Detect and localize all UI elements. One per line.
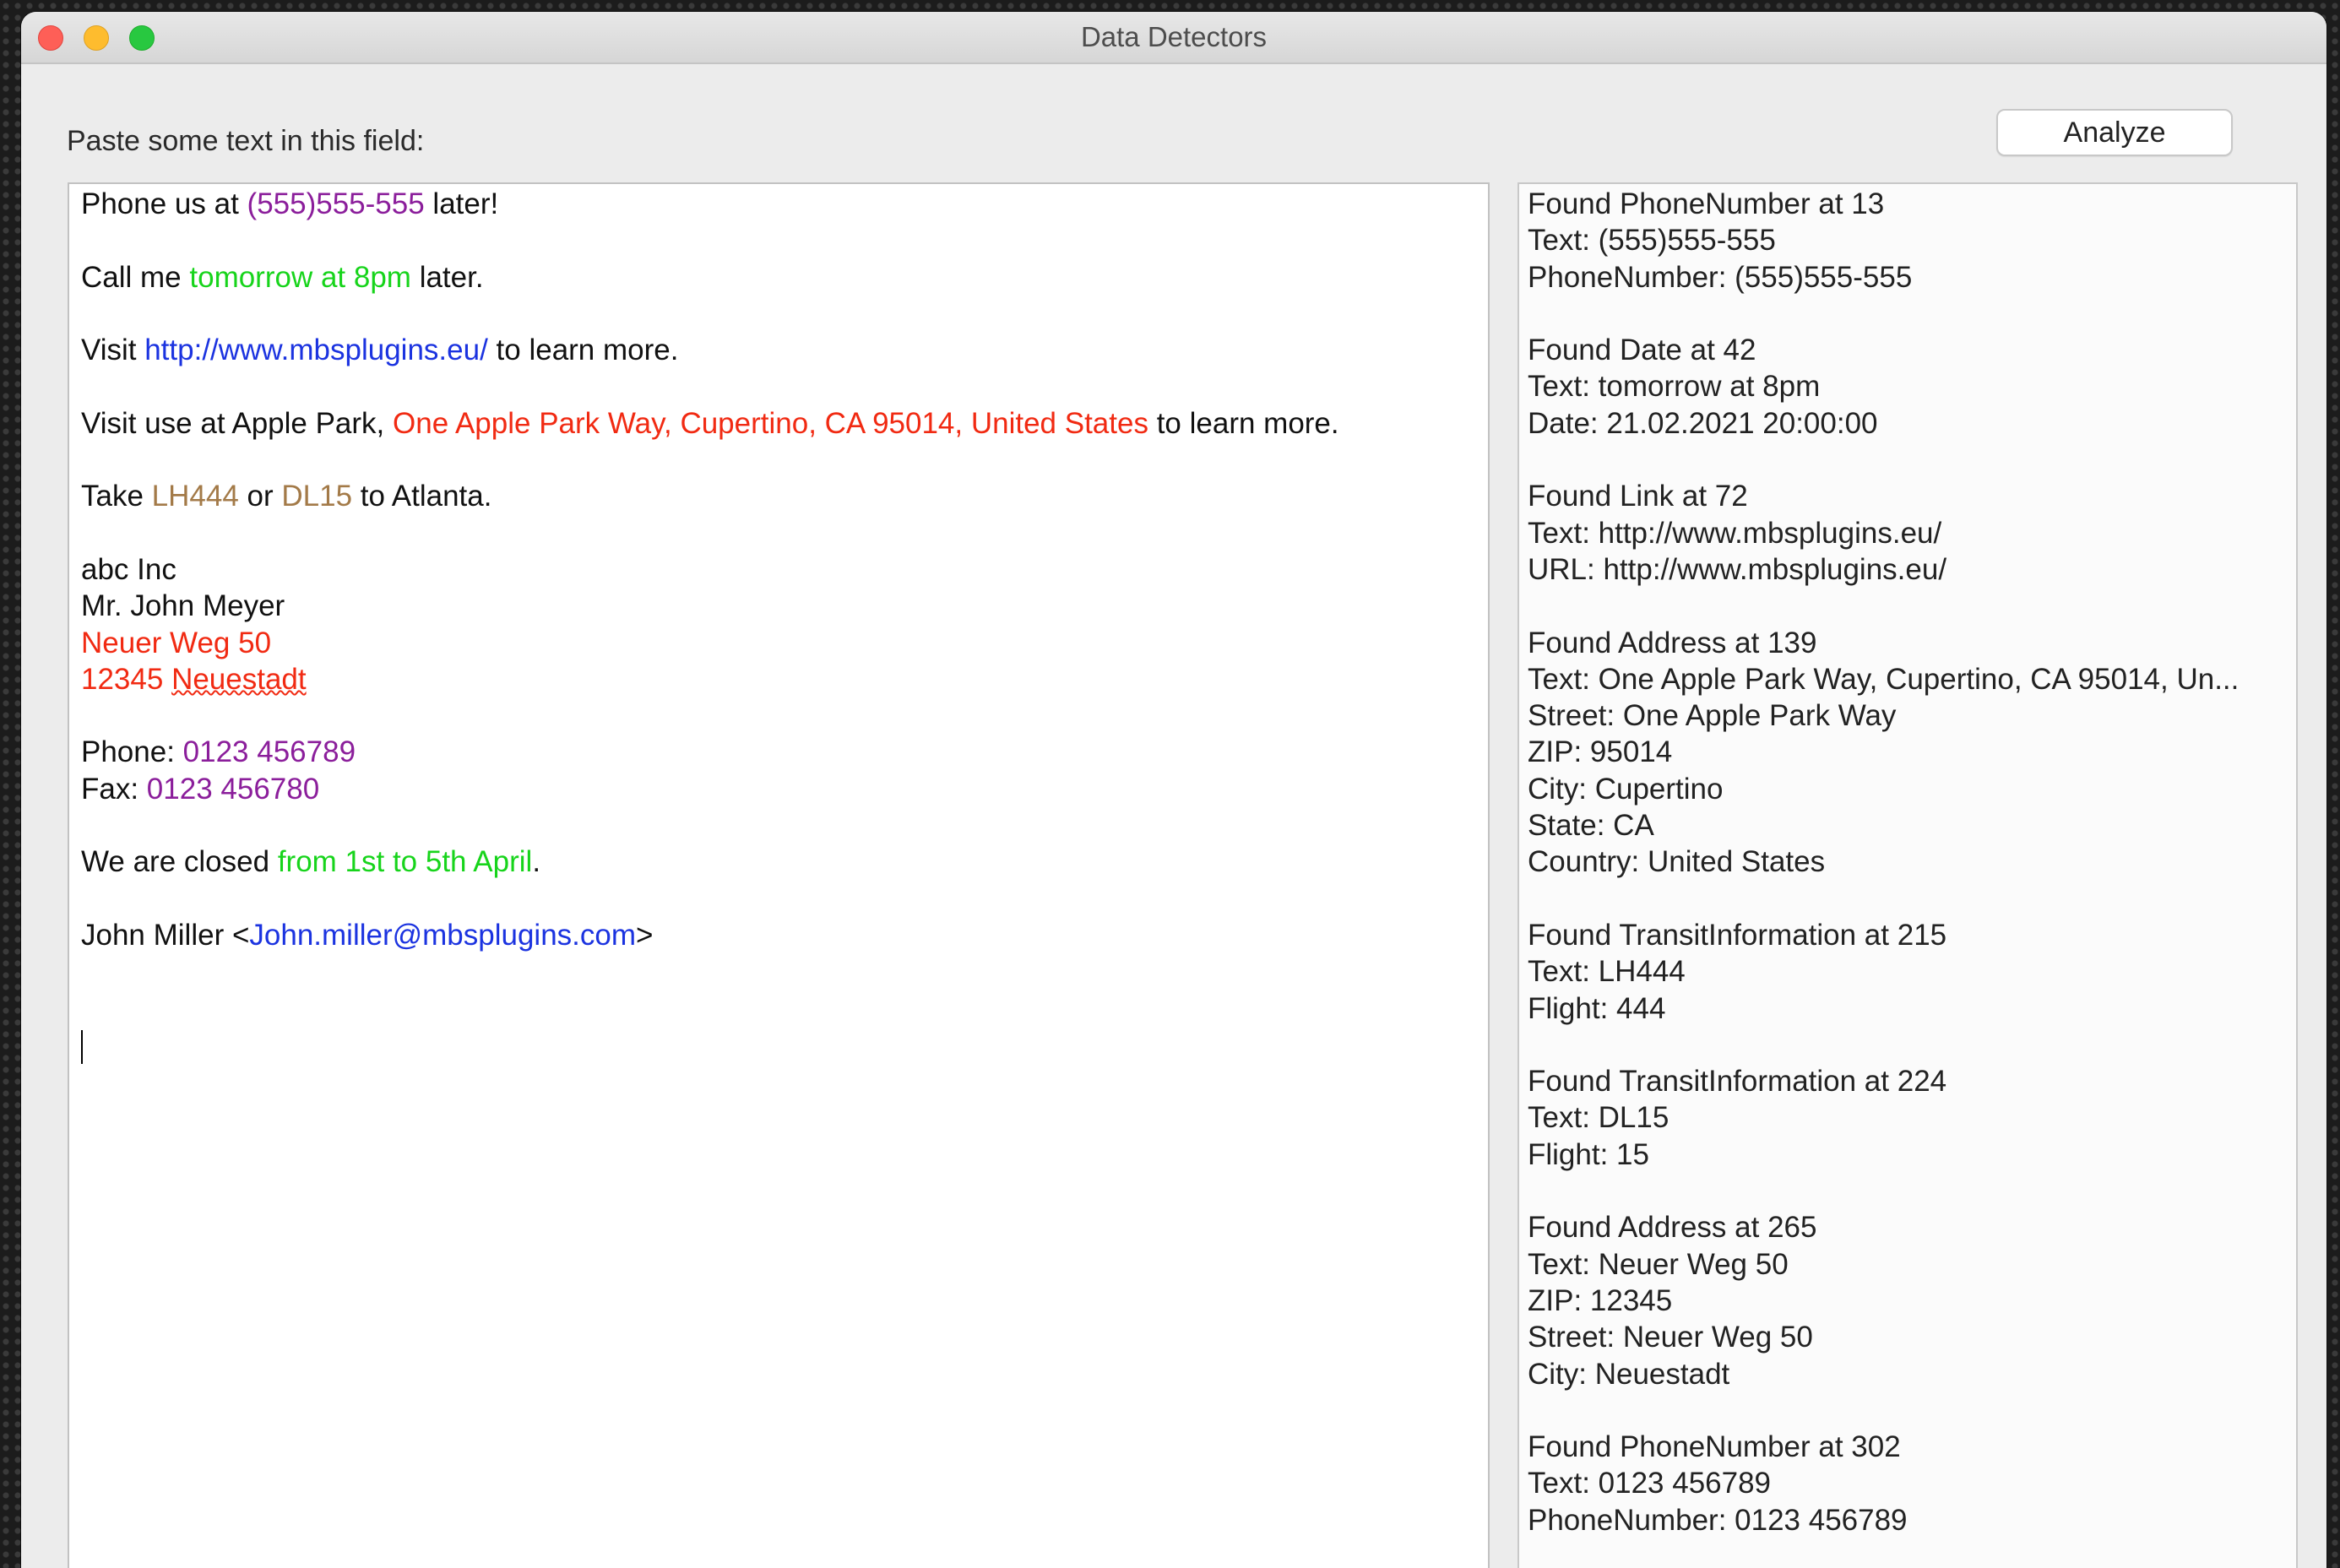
result-line: State: CA <box>1528 809 1654 843</box>
result-line: Street: Neuer Weg 50 <box>1528 1321 1813 1354</box>
result-heading: Found Address at 139 <box>1528 626 1817 659</box>
detected-address[interactable]: One Apple Park Way, Cupertino, CA 95014,… <box>393 407 1148 440</box>
input-line: Visit use at Apple Park, One Apple Park … <box>81 406 1339 440</box>
result-line: City: Cupertino <box>1528 772 1724 806</box>
result-heading: Found PhoneNumber at 302 <box>1528 1430 1901 1464</box>
paste-text-label: Paste some text in this field: <box>67 125 425 157</box>
result-line: Text: (555)555-555 <box>1528 224 1776 258</box>
result-heading: Found Address at 265 <box>1528 1211 1817 1245</box>
detected-date[interactable]: tomorrow at 8pm <box>189 261 411 294</box>
input-line: Mr. John Meyer <box>81 589 285 623</box>
result-heading: Found Link at 72 <box>1528 480 1748 513</box>
result-line: PhoneNumber: (555)555-555 <box>1528 260 1913 294</box>
result-line: Text: One Apple Park Way, Cupertino, CA … <box>1528 662 2240 696</box>
detected-phone[interactable]: (555)555-555 <box>247 187 425 220</box>
detected-address[interactable]: Neuer Weg 50 <box>81 625 1476 661</box>
input-line: Fax: 0123 456780 <box>81 772 320 806</box>
result-line: PhoneNumber: 0123 456789 <box>1528 1503 1908 1537</box>
result-line: Text: Neuer Weg 50 <box>1528 1247 1789 1281</box>
input-line: Take LH444 or DL15 to Atlanta. <box>81 480 492 513</box>
analyze-button[interactable]: Analyze <box>1996 109 2233 156</box>
detected-link[interactable]: http://www.mbsplugins.eu/ <box>144 334 488 366</box>
detected-email[interactable]: John.miller@mbsplugins.com <box>249 919 636 952</box>
input-line: Phone us at (555)555-555 later! <box>81 187 499 220</box>
result-heading: Found PhoneNumber at 13 <box>1528 187 1885 220</box>
detected-transit[interactable]: LH444 <box>152 480 239 513</box>
text-input-area[interactable]: Phone us at (555)555-555 later! Call me … <box>68 182 1490 1568</box>
input-line: abc Inc <box>81 552 176 586</box>
input-line: We are closed from 1st to 5th April. <box>81 845 541 879</box>
result-heading: Found TransitInformation at 224 <box>1528 1065 1947 1099</box>
spelling-error[interactable]: Neuestadt <box>171 663 307 696</box>
result-line: Text: LH444 <box>1528 955 1686 989</box>
result-line: Country: United States <box>1528 845 1826 879</box>
result-line: Flight: 444 <box>1528 991 1666 1025</box>
results-output-area[interactable]: Found PhoneNumber at 13 Text: (555)555-55… <box>1517 182 2298 1568</box>
detected-transit[interactable]: DL15 <box>281 480 352 513</box>
result-line: ZIP: 95014 <box>1528 735 1673 769</box>
app-window: Data Detectors Paste some text in this f… <box>21 12 2326 1568</box>
result-line: Flight: 15 <box>1528 1137 1649 1171</box>
result-line: Text: DL15 <box>1528 1101 1669 1135</box>
result-line: Text: 0123 456789 <box>1528 1467 1772 1500</box>
result-line: Date: 21.02.2021 20:00:00 <box>1528 406 1878 440</box>
detected-date[interactable]: from 1st to 5th April <box>278 845 533 878</box>
detected-phone[interactable]: 0123 456780 <box>147 773 319 806</box>
window-title: Data Detectors <box>1080 21 1268 52</box>
detected-address[interactable]: 12345 Neuestadt <box>81 661 1476 697</box>
input-line: Phone: 0123 456789 <box>81 735 356 769</box>
result-line: Text: tomorrow at 8pm <box>1528 370 1821 404</box>
result-heading: Found Date at 42 <box>1528 334 1756 367</box>
input-line <box>81 1027 1476 1064</box>
result-line: URL: http://www.mbsplugins.eu/ <box>1528 552 1947 586</box>
result-line: Text: http://www.mbsplugins.eu/ <box>1528 516 1942 550</box>
result-line: ZIP: 12345 <box>1528 1283 1673 1317</box>
title-bar[interactable]: Data Detectors <box>21 12 2326 64</box>
detected-phone[interactable]: 0123 456789 <box>183 735 356 768</box>
text-cursor <box>81 1029 83 1064</box>
result-line: City: Neuestadt <box>1528 1357 1730 1391</box>
result-line: Street: One Apple Park Way <box>1528 699 1897 733</box>
input-line: Call me tomorrow at 8pm later. <box>81 260 484 294</box>
input-line: Visit http://www.mbsplugins.eu/ to learn… <box>81 334 679 367</box>
result-heading: Found TransitInformation at 215 <box>1528 918 1947 952</box>
input-line: John Miller <John.miller@mbsplugins.com> <box>81 918 654 952</box>
